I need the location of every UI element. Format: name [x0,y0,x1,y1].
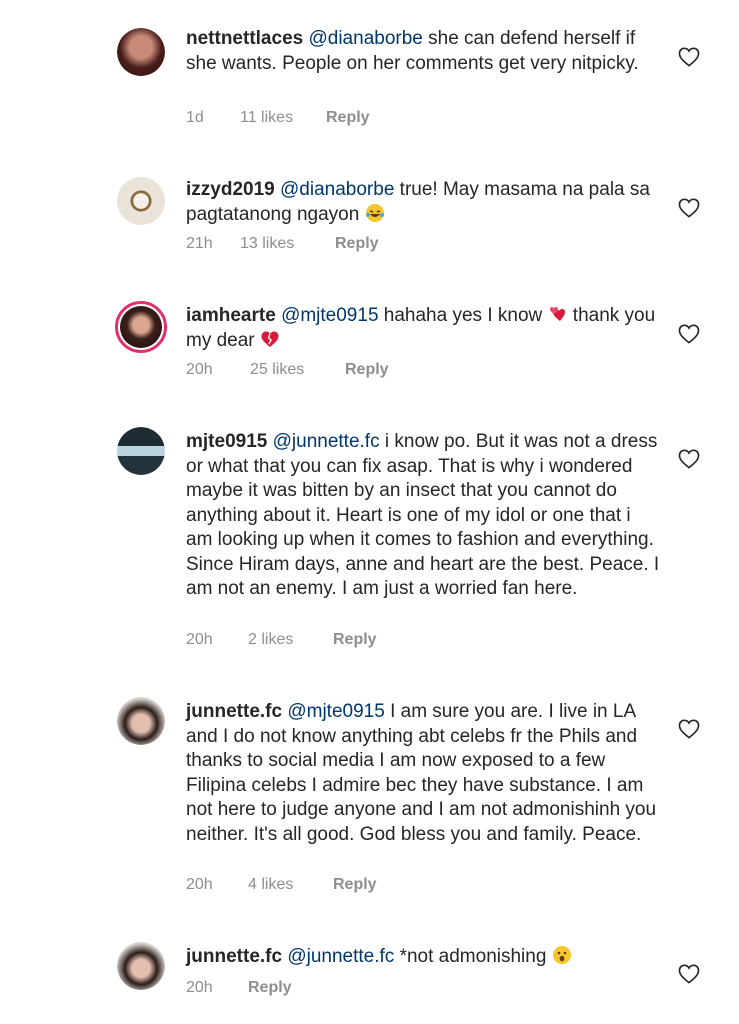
comment-time[interactable]: 20h [186,876,248,894]
comment-time[interactable]: 20h [186,631,248,649]
avatar[interactable] [117,427,165,475]
comment-body: hahaha yes I know [378,305,548,326]
comment-body: *not admonishing [394,946,552,967]
comment-username[interactable]: mjte0915 [186,431,267,452]
comment-meta: 20h 2 likes Reply [186,631,377,649]
broken-heart-emoji [261,331,279,347]
comment-likes[interactable]: 13 likes [240,235,335,253]
reply-button[interactable]: Reply [326,109,370,127]
comment-text: nettnettlaces @dianaborbe she can defend… [186,27,662,76]
comment-text: junnette.fc @mjte0915 I am sure you are.… [186,700,662,847]
comment-text: izzyd2019 @dianaborbe true! May masama n… [186,178,662,227]
avatar[interactable] [117,177,165,225]
avatar[interactable] [117,942,165,990]
comment-mention[interactable]: @junnette.fc [273,431,380,452]
comment-meta: 21h 13 likes Reply [186,235,379,253]
comment-meta: 20h Reply [186,979,292,997]
comment-body: I am sure you are. I live in LA and I do… [186,701,657,845]
comment-mention[interactable]: @junnette.fc [287,946,394,967]
comment-time[interactable]: 20h [186,979,248,997]
heart-outline-icon[interactable] [678,449,700,469]
reply-button[interactable]: Reply [335,235,379,253]
comment-body: i know po. But it was not a dress or wha… [186,431,660,599]
comment-time[interactable]: 21h [186,235,240,253]
comment-text: mjte0915 @junnette.fc i know po. But it … [186,430,662,602]
comment-text: junnette.fc @junnette.fc *not admonishin… [186,945,662,970]
comment-mention[interactable]: @dianaborbe [308,28,422,49]
reply-button[interactable]: Reply [333,631,377,649]
reply-button[interactable]: Reply [345,361,389,379]
comment-username[interactable]: izzyd2019 [186,179,275,200]
comment-likes[interactable]: 4 likes [248,876,333,894]
comment-likes[interactable]: 2 likes [248,631,333,649]
heart-outline-icon[interactable] [678,47,700,67]
heart-outline-icon[interactable] [678,198,700,218]
comment-time[interactable]: 1d [186,109,240,127]
reply-button[interactable]: Reply [248,979,292,997]
comment-time[interactable]: 20h [186,361,250,379]
comment-meta: 20h 25 likes Reply [186,361,389,379]
comment-username[interactable]: junnette.fc [186,701,282,722]
laughing-tears-emoji [365,203,384,222]
hearts-emoji [549,307,565,321]
reply-button[interactable]: Reply [333,876,377,894]
comment-mention[interactable]: @mjte0915 [281,305,378,326]
comment-likes[interactable]: 25 likes [250,361,345,379]
heart-outline-icon[interactable] [678,324,700,344]
comment-username[interactable]: junnette.fc [186,946,282,967]
comment-mention[interactable]: @dianaborbe [280,179,394,200]
heart-outline-icon[interactable] [678,719,700,739]
comment-text: iamhearte @mjte0915 hahaha yes I know th… [186,304,662,353]
comment-likes[interactable]: 11 likes [240,109,326,127]
heart-outline-icon[interactable] [678,964,700,984]
avatar[interactable] [117,697,165,745]
comment-username[interactable]: nettnettlaces [186,28,303,49]
avatar[interactable] [117,28,165,76]
comment-username[interactable]: iamhearte [186,305,276,326]
comment-meta: 20h 4 likes Reply [186,876,377,894]
comment-mention[interactable]: @mjte0915 [287,701,384,722]
avatar[interactable] [115,301,167,353]
comment-meta: 1d 11 likes Reply [186,109,370,127]
wow-emoji [552,946,571,964]
